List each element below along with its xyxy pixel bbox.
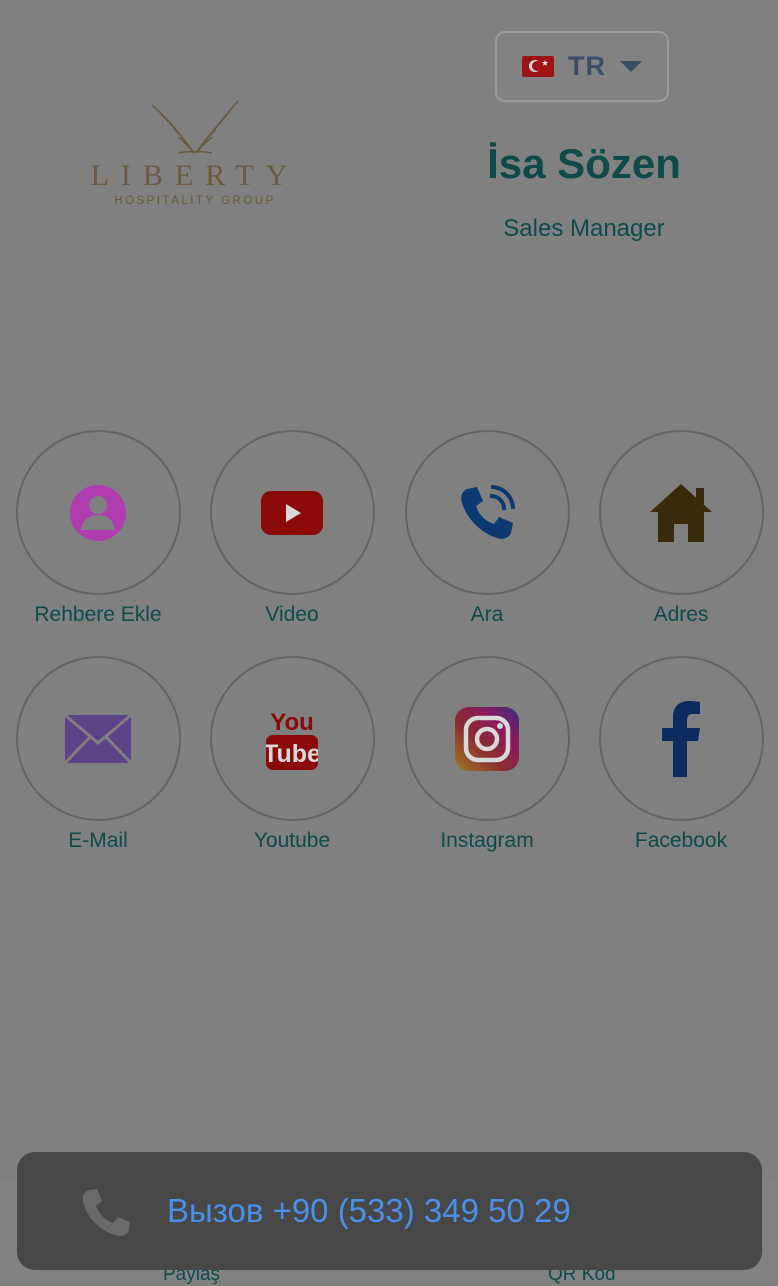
profile-name: İsa Sözen [487,140,681,187]
youtube-icon: You Tube [266,709,318,770]
phone-icon [82,1189,130,1237]
action-add-contact[interactable]: Rehbere Ekle [0,430,196,627]
business-card-page: ★ TR LIBERTY HOSPITALITY GROUP İsa Sözen [0,0,778,1285]
call-number-text: Вызов +90 (533) 349 50 29 [167,1192,571,1229]
facebook-icon [662,700,700,777]
svg-text:Tube: Tube [266,740,318,768]
action-video[interactable]: Video [194,430,390,627]
video-play-icon [261,490,323,535]
action-circle[interactable]: You Tube [209,656,375,821]
mail-icon [65,714,131,763]
home-icon [650,483,712,542]
action-call[interactable]: Ara [389,430,585,627]
action-label: Instagram [440,829,534,852]
action-label: Rehbere Ekle [34,603,162,626]
instagram-icon [455,706,519,771]
action-youtube[interactable]: You Tube Youtube [194,656,390,853]
action-circle[interactable] [598,656,764,821]
action-circle[interactable] [15,656,181,821]
action-label: Facebook [634,829,728,852]
call-toast[interactable]: Вызов +90 (533) 349 50 29 [17,1152,762,1270]
action-circle[interactable] [598,430,764,595]
logo-wordmark: LIBERTY [90,159,300,192]
action-circle[interactable] [15,430,181,595]
action-label: Youtube [253,829,331,852]
action-circle[interactable] [404,656,570,821]
language-selector[interactable]: ★ TR [495,31,669,102]
action-label: Ara [470,603,504,626]
action-instagram[interactable]: Instagram [389,656,585,853]
profile-title: Sales Manager [503,215,665,242]
action-circle[interactable] [209,430,375,595]
action-label: Video [265,603,319,626]
action-facebook[interactable]: Facebook [583,656,778,853]
action-label: E-Mail [68,829,128,852]
company-logo: LIBERTY HOSPITALITY GROUP [80,95,310,215]
logo-subtitle: HOSPITALITY GROUP [114,195,276,207]
header-divider [0,322,778,324]
action-label: Adres [653,603,709,626]
language-code: TR [568,51,606,81]
svg-text:You: You [270,709,314,736]
wings-logo-icon [151,100,239,154]
turkey-flag-icon: ★ [522,56,554,77]
action-email[interactable]: E-Mail [0,656,196,853]
action-address[interactable]: Adres [583,430,778,627]
action-circle[interactable] [404,430,570,595]
chevron-down-icon [620,61,642,72]
contact-icon [70,484,126,541]
phone-call-icon [461,484,515,539]
